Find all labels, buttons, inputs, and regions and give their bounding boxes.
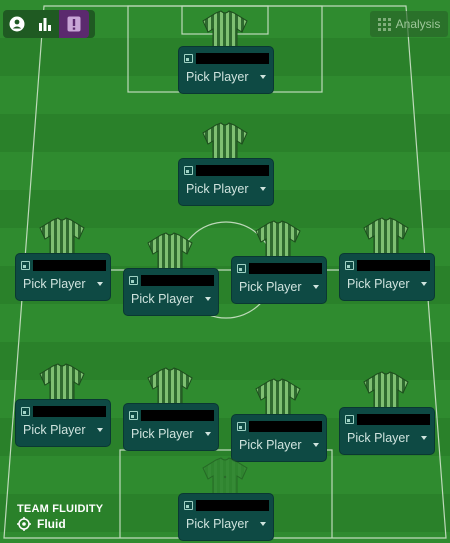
caret-down-icon: [260, 522, 266, 526]
pick-player-dropdown[interactable]: Pick Player: [239, 280, 319, 294]
player-card[interactable]: Pick Player: [178, 46, 274, 94]
caret-down-icon: [313, 285, 319, 289]
role-icon: [184, 165, 193, 175]
role-icon: [21, 406, 30, 416]
person-circle-icon: [9, 16, 25, 32]
pick-player-dropdown[interactable]: Pick Player: [186, 182, 266, 196]
caret-down-icon: [421, 282, 427, 286]
role-icon: [184, 53, 193, 63]
player-name-redacted: [196, 52, 269, 64]
player-card[interactable]: Pick Player: [339, 253, 435, 301]
pick-player-label: Pick Player: [239, 280, 302, 294]
player-name-redacted: [141, 274, 214, 286]
player-name-redacted: [357, 413, 430, 425]
player-card[interactable]: Pick Player: [123, 268, 219, 316]
pick-player-dropdown[interactable]: Pick Player: [131, 427, 211, 441]
team-fluidity-value: Fluid: [37, 517, 66, 531]
player-name-redacted: [33, 405, 106, 417]
fluidity-icon: [17, 517, 31, 531]
role-icon: [129, 410, 138, 420]
role-icon: [345, 414, 354, 424]
player-card[interactable]: Pick Player: [178, 158, 274, 206]
player-name-redacted: [141, 409, 214, 421]
caret-down-icon: [260, 187, 266, 191]
pick-player-dropdown[interactable]: Pick Player: [23, 277, 103, 291]
player-name-redacted: [357, 259, 430, 271]
player-card[interactable]: Pick Player: [178, 493, 274, 541]
player-card[interactable]: Pick Player: [123, 403, 219, 451]
pick-player-dropdown[interactable]: Pick Player: [23, 423, 103, 437]
player-card[interactable]: Pick Player: [231, 256, 327, 304]
player-name-redacted: [249, 420, 322, 432]
view-toolbar: [3, 10, 95, 38]
role-icon: [184, 500, 193, 510]
caret-down-icon: [260, 75, 266, 79]
pick-player-dropdown[interactable]: Pick Player: [347, 277, 427, 291]
analysis-label: Analysis: [395, 17, 441, 31]
pick-player-label: Pick Player: [186, 182, 249, 196]
role-icon: [21, 260, 30, 270]
role-icon: [345, 260, 354, 270]
pick-player-label: Pick Player: [131, 427, 194, 441]
pick-player-label: Pick Player: [23, 423, 86, 437]
analysis-button[interactable]: Analysis: [370, 11, 448, 37]
player-card[interactable]: Pick Player: [231, 414, 327, 462]
stats-button[interactable]: [31, 10, 59, 38]
player-card[interactable]: Pick Player: [15, 253, 111, 301]
player-name-redacted: [196, 164, 269, 176]
pick-player-label: Pick Player: [23, 277, 86, 291]
profile-button[interactable]: [3, 10, 31, 38]
caret-down-icon: [97, 282, 103, 286]
player-card[interactable]: Pick Player: [339, 407, 435, 455]
team-fluidity: TEAM FLUIDITY Fluid: [17, 503, 103, 531]
role-icon: [129, 275, 138, 285]
pick-player-label: Pick Player: [239, 438, 302, 452]
role-icon: [237, 421, 246, 431]
pick-player-label: Pick Player: [347, 277, 410, 291]
pick-player-label: Pick Player: [186, 517, 249, 531]
bar-chart-icon: [39, 18, 51, 31]
alerts-button[interactable]: [59, 10, 89, 38]
pick-player-label: Pick Player: [186, 70, 249, 84]
player-card[interactable]: Pick Player: [15, 399, 111, 447]
pick-player-dropdown[interactable]: Pick Player: [239, 438, 319, 452]
player-name-redacted: [196, 499, 269, 511]
caret-down-icon: [97, 428, 103, 432]
caret-down-icon: [313, 443, 319, 447]
caret-down-icon: [421, 436, 427, 440]
pick-player-dropdown[interactable]: Pick Player: [347, 431, 427, 445]
pick-player-label: Pick Player: [131, 292, 194, 306]
caret-down-icon: [205, 432, 211, 436]
team-fluidity-title: TEAM FLUIDITY: [17, 503, 104, 515]
pick-player-dropdown[interactable]: Pick Player: [186, 517, 266, 531]
pick-player-label: Pick Player: [347, 431, 410, 445]
caret-down-icon: [205, 297, 211, 301]
pick-player-dropdown[interactable]: Pick Player: [186, 70, 266, 84]
player-name-redacted: [33, 259, 106, 271]
grid-icon: [377, 17, 391, 31]
player-name-redacted: [249, 262, 322, 274]
alert-icon: [67, 16, 81, 32]
role-icon: [237, 263, 246, 273]
pick-player-dropdown[interactable]: Pick Player: [131, 292, 211, 306]
